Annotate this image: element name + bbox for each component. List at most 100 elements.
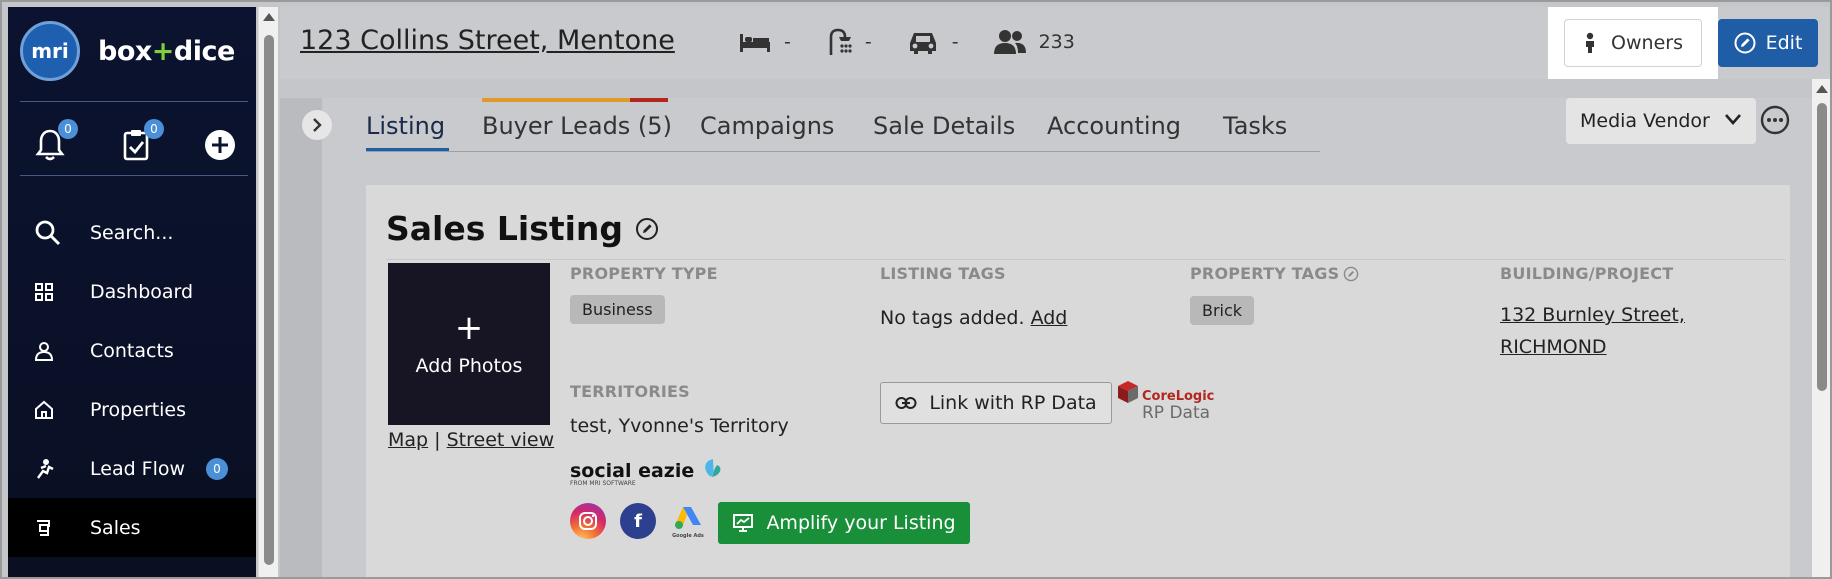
social-eazie-text: social eazie [570,460,695,482]
sidebar-item-dashboard[interactable]: Dashboard [8,262,256,321]
card-title: Sales Listing [386,209,659,248]
add-photos-label: Add Photos [415,355,523,377]
amplify-listing-button[interactable]: Amplify your Listing [718,502,970,544]
mri-logo: mri [20,21,80,81]
link-rp-data-label: Link with RP Data [929,392,1097,414]
scrollbar-thumb[interactable] [264,35,274,565]
tab-sale-details[interactable]: Sale Details [873,112,1015,140]
add-button[interactable] [200,125,240,165]
owners-button[interactable]: Owners [1564,19,1702,67]
tab-buyer-leads[interactable]: Buyer Leads (5) [482,112,672,140]
property-tags-label: PROPERTY TAGS [1190,264,1359,283]
card-divider [386,259,1786,260]
search-icon [35,220,61,245]
sidebar-item-label: Properties [90,398,187,421]
baths-stat: - [825,27,872,57]
property-header: 123 Collins Street, Mentone - - - 233 Ow… [280,7,1830,79]
lead-flow-badge: 0 [206,457,228,480]
instagram-icon[interactable] [570,503,606,539]
scroll-up-icon[interactable] [1816,85,1828,93]
dashboard-icon [35,282,53,301]
edit-button[interactable]: Edit [1718,19,1818,67]
building-project-label: BUILDING/PROJECT [1500,264,1674,283]
tab-accounting[interactable]: Accounting [1047,112,1181,140]
sales-icon [37,519,50,536]
quick-actions: 0 0 [8,115,256,175]
corelogic-cube-icon [1118,381,1138,403]
tab-tasks[interactable]: Tasks [1223,112,1287,140]
sidebar-item-label: Search... [90,221,174,244]
app-window: mri box+dice 0 0 Search... Dashboard Con… [0,0,1832,579]
building-link-line2[interactable]: RICHMOND [1500,336,1607,358]
add-tag-link[interactable]: Add [1031,307,1068,329]
content-scrollbar[interactable] [1812,79,1830,577]
property-address[interactable]: 123 Collins Street, Mentone [300,25,675,56]
social-eazie-logo: social eazie [570,457,723,482]
link-rp-data-button[interactable]: Link with RP Data [880,382,1112,424]
plus-icon: + [454,308,484,348]
listing-tags-empty-text: No tags added. [880,307,1025,329]
listing-tags-label: LISTING TAGS [880,264,1006,283]
card-title-text: Sales Listing [386,209,624,248]
map-separator: | [434,429,441,451]
tab-listing[interactable]: Listing [366,112,445,140]
scroll-up-icon[interactable] [263,13,275,21]
butterfly-icon [705,459,721,477]
property-type-tag: Business [570,295,665,324]
sidebar-item-contacts[interactable]: Contacts [8,321,256,380]
social-icons: f Google Ads [570,503,720,539]
sidebar-item-label: Sales [90,516,141,539]
edit-icon[interactable] [1343,266,1359,282]
sidebar-item-label: Contacts [90,339,174,362]
active-tab-indicator [366,148,449,151]
expand-panel-button[interactable] [302,110,332,140]
street-view-link[interactable]: Street view [447,429,555,451]
property-type-label: PROPERTY TYPE [570,264,718,283]
beds-value: - [784,31,791,53]
edit-icon[interactable] [635,217,659,241]
people-stat: 233 [993,29,1075,55]
bed-icon [740,34,770,52]
google-ads-icon[interactable]: Google Ads [670,503,706,539]
tab-campaigns[interactable]: Campaigns [700,112,834,140]
sidebar-item-label: Dashboard [90,280,194,303]
brand[interactable]: mri box+dice [20,21,235,81]
scrollbar-thumb[interactable] [1817,103,1827,391]
amplify-label: Amplify your Listing [766,512,956,534]
more-icon [1760,105,1790,135]
territories-label: TERRITORIES [570,382,690,401]
sidebar-item-sales[interactable]: Sales [8,498,256,557]
tasks-button[interactable]: 0 [116,119,164,165]
left-gutter [280,98,322,577]
presentation-icon [733,514,754,532]
sidebar-item-properties[interactable]: Properties [8,380,256,439]
baths-value: - [864,31,872,53]
contact-icon [34,341,54,361]
notifications-button[interactable]: 0 [30,119,78,165]
link-icon [895,397,917,409]
facebook-icon[interactable]: f [620,503,656,539]
add-photos-button[interactable]: + Add Photos [388,263,550,425]
sidebar-item-search[interactable]: Search... [8,203,256,262]
building-project-value: 132 Burnley Street, RICHMOND [1500,299,1685,363]
media-vendor-select[interactable]: Media Vendor [1566,98,1756,144]
logo-text: mri [31,39,69,63]
sidebar-scrollbar[interactable] [258,7,278,577]
chevron-right-icon [313,118,322,132]
cars-stat: - [906,29,959,55]
lead-flow-icon [37,458,54,479]
tasks-badge: 0 [144,119,164,139]
more-options-button[interactable] [1760,105,1790,135]
chevron-down-icon [1725,114,1741,125]
edit-icon [1734,32,1756,54]
map-link[interactable]: Map [388,429,428,451]
brand-name-plus: + [151,35,175,67]
brand-name: box+dice [98,36,235,67]
google-ads-label: Google Ads [672,533,704,539]
map-links: Map | Street view [388,429,554,451]
sidebar-item-lead-flow[interactable]: Lead Flow 0 [8,439,256,498]
corelogic-logo: CoreLogic RP Data [1116,379,1216,425]
sidebar: mri box+dice 0 0 Search... Dashboard Con… [8,7,256,577]
building-link-line1[interactable]: 132 Burnley Street, [1500,304,1685,326]
corelogic-text: CoreLogic [1142,389,1215,404]
